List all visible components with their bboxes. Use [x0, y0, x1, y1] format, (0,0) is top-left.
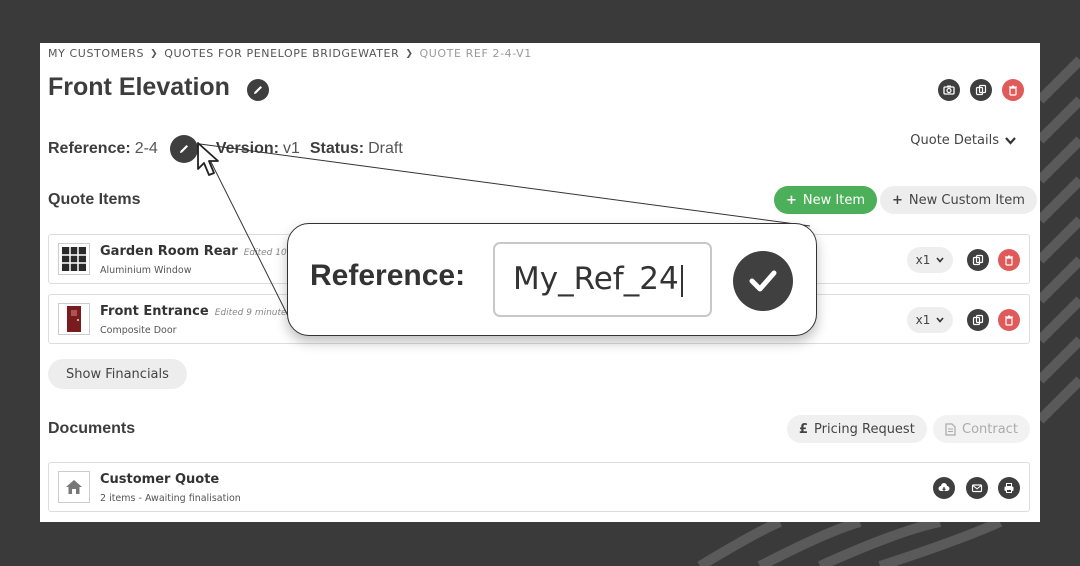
- documents-title: Documents: [48, 420, 136, 437]
- quote-items-title: Quote Items: [48, 191, 141, 208]
- email-button[interactable]: [966, 477, 988, 499]
- delete-item-button[interactable]: [998, 309, 1020, 331]
- duplicate-item-button[interactable]: [967, 309, 989, 331]
- item-type: Aluminium Window: [100, 265, 192, 276]
- breadcrumb-my-customers[interactable]: MY CUSTOMERS: [48, 47, 144, 60]
- quantity-select[interactable]: x1: [907, 247, 953, 273]
- reference-input-value: My_Ref_24: [513, 261, 679, 297]
- contract-label: Contract: [962, 421, 1018, 437]
- confirm-reference-button[interactable]: [733, 251, 793, 311]
- page-title: Front Elevation: [48, 73, 230, 101]
- show-financials-label: Show Financials: [66, 366, 169, 382]
- duplicate-quote-button[interactable]: [970, 79, 992, 101]
- pencil-icon: [179, 145, 188, 153]
- chevron-right-icon: ❯: [150, 48, 159, 59]
- quote-details-label: Quote Details: [910, 133, 999, 148]
- duplicate-item-button[interactable]: [967, 249, 989, 271]
- door-thumbnail: [58, 303, 90, 335]
- new-custom-item-label: New Custom Item: [908, 192, 1025, 208]
- chevron-down-icon: [936, 317, 944, 323]
- pencil-icon: [254, 86, 262, 94]
- door-icon: [67, 306, 81, 332]
- reference-label: Reference:: [48, 140, 131, 157]
- breadcrumb-current: QUOTE REF 2-4-V1: [419, 47, 532, 60]
- quote-details-toggle[interactable]: Quote Details: [910, 133, 1016, 148]
- pound-icon: £: [799, 421, 809, 437]
- quantity-value: x1: [915, 313, 931, 327]
- quantity-value: x1: [915, 253, 931, 267]
- status-label: Status:: [309, 140, 365, 157]
- document-status: 2 items - Awaiting finalisation: [100, 493, 241, 504]
- window-icon: [62, 247, 86, 271]
- chevron-down-icon: [1005, 136, 1016, 145]
- document-row[interactable]: Customer Quote 2 items - Awaiting finali…: [48, 462, 1030, 512]
- item-name: Garden Room Rear Edited 10 minu: [100, 244, 312, 259]
- status-value: Draft: [368, 140, 403, 157]
- new-item-label: New Item: [802, 192, 865, 208]
- delete-quote-button[interactable]: [1002, 79, 1024, 101]
- show-financials-button[interactable]: Show Financials: [48, 359, 187, 389]
- edit-title-button[interactable]: [247, 79, 269, 101]
- cloud-download-icon: [938, 483, 950, 492]
- copy-icon: [972, 314, 984, 326]
- reference-edit-callout: Reference: My_Ref_24: [287, 223, 817, 336]
- new-item-button[interactable]: + New Item: [774, 186, 877, 214]
- item-type: Composite Door: [100, 325, 177, 336]
- callout-reference-label: Reference:: [310, 259, 466, 292]
- reference-value: 2-4: [134, 140, 158, 157]
- new-custom-item-button[interactable]: + New Custom Item: [880, 186, 1037, 214]
- trash-icon: [1009, 85, 1017, 96]
- camera-icon: [943, 85, 955, 95]
- plus-icon: +: [786, 192, 797, 208]
- reference-input[interactable]: My_Ref_24: [493, 242, 712, 317]
- mouse-cursor-icon: [197, 142, 219, 176]
- window-thumbnail: [58, 243, 90, 275]
- text-caret: [680, 264, 683, 297]
- print-button[interactable]: [998, 477, 1020, 499]
- envelope-icon: [971, 484, 983, 493]
- edit-reference-button[interactable]: [169, 135, 198, 163]
- plus-icon: +: [892, 192, 903, 208]
- copy-icon: [972, 254, 984, 266]
- version-value: v1: [282, 140, 300, 157]
- pricing-request-label: Pricing Request: [814, 421, 915, 437]
- chevron-right-icon: ❯: [405, 48, 414, 59]
- breadcrumb: MY CUSTOMERS ❯ QUOTES FOR PENELOPE BRIDG…: [48, 47, 532, 60]
- checkmark-icon: [749, 270, 777, 292]
- item-name: Front Entrance Edited 9 minutes a: [100, 304, 300, 319]
- trash-icon: [1005, 255, 1013, 266]
- camera-button[interactable]: [938, 79, 960, 101]
- delete-item-button[interactable]: [998, 249, 1020, 271]
- copy-icon: [975, 84, 987, 96]
- chevron-down-icon: [936, 257, 944, 263]
- breadcrumb-quotes-for-customer[interactable]: QUOTES FOR PENELOPE BRIDGEWATER: [164, 47, 399, 60]
- item-name-text: Garden Room Rear: [100, 244, 238, 259]
- download-button[interactable]: [933, 477, 955, 499]
- document-name: Customer Quote: [100, 472, 220, 487]
- home-icon: [66, 480, 82, 494]
- document-thumbnail: [58, 471, 90, 503]
- trash-icon: [1005, 315, 1013, 326]
- quantity-select[interactable]: x1: [907, 307, 953, 333]
- pricing-request-button[interactable]: £ Pricing Request: [787, 415, 927, 443]
- contract-button[interactable]: Contract: [933, 415, 1030, 443]
- printer-icon: [1004, 483, 1014, 493]
- document-icon: [945, 422, 956, 436]
- item-name-text: Front Entrance: [100, 304, 209, 319]
